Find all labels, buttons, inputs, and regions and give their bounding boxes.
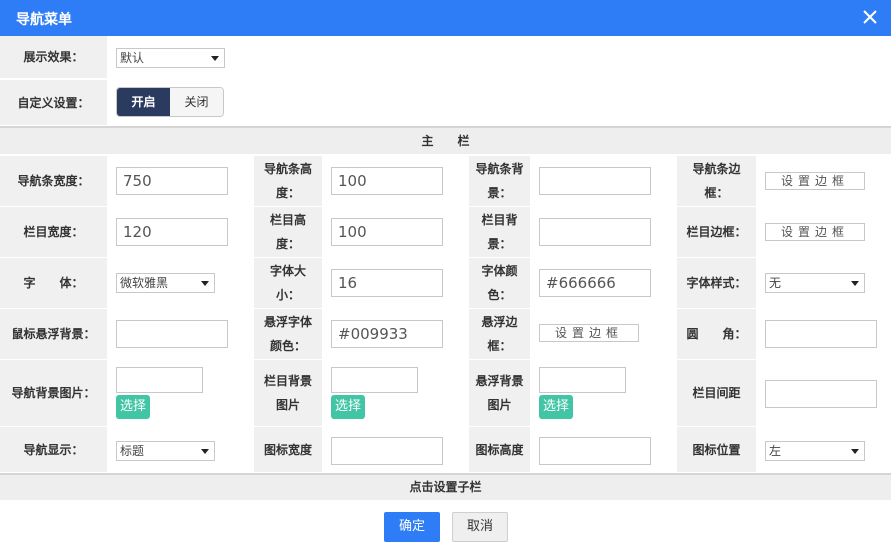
col-bg-label: 栏目背 景：: [469, 207, 530, 257]
icon-width-input[interactable]: [331, 437, 443, 465]
icon-position-select-value: 左: [769, 444, 782, 458]
nav-border-label: 导航条边 框：: [677, 156, 756, 206]
custom-settings-toggle[interactable]: 开启 关闭: [116, 87, 224, 117]
cancel-button[interactable]: 取消: [452, 512, 508, 542]
nav-height-label: 导航条高 度：: [254, 156, 322, 206]
chevron-down-icon: [201, 449, 209, 454]
hover-font-color-label: 悬浮字体 颜色：: [254, 309, 322, 359]
chevron-down-icon: [851, 281, 859, 286]
hover-bg-input[interactable]: [116, 320, 228, 348]
font-color-label-line2: 色：: [487, 288, 512, 302]
col-bg-label-line1: 栏目背: [481, 213, 518, 227]
hover-font-color-input[interactable]: #009933: [331, 320, 443, 348]
main-section-header: 主 栏: [0, 126, 891, 154]
hover-border-label: 悬浮边 框：: [469, 309, 530, 359]
col-bg-image-choose-button[interactable]: 选择: [331, 395, 365, 419]
nav-display-select-value: 标题: [120, 444, 145, 458]
custom-settings-label: 自定义设置：: [0, 80, 107, 125]
col-height-label-line2: 度：: [275, 237, 300, 251]
chevron-down-icon: [851, 449, 859, 454]
radius-label: 圆 角：: [677, 309, 756, 359]
nav-display-label: 导航显示：: [0, 427, 107, 472]
nav-bg-image-label: 导航背景图片：: [0, 360, 107, 426]
col-bg-image-label: 栏目背景 图片: [254, 360, 322, 426]
font-style-select-value: 无: [769, 276, 782, 290]
dialog-titlebar: 导航菜单: [0, 0, 891, 36]
nav-bg-label-line1: 导航条背: [475, 162, 524, 176]
close-icon[interactable]: [859, 6, 881, 28]
col-spacing-label: 栏目间距: [677, 360, 756, 426]
font-style-label: 字体样式：: [677, 258, 756, 308]
nav-border-label-line1: 导航条边: [692, 162, 741, 176]
col-bg-image-label-line1: 栏目背景: [263, 374, 312, 388]
icon-position-select[interactable]: 左: [765, 441, 865, 461]
nav-height-label-line1: 导航条高: [263, 162, 312, 176]
hover-border-label-line2: 框：: [487, 339, 512, 353]
col-height-label-line1: 栏目高: [269, 213, 306, 227]
nav-bg-input[interactable]: [539, 167, 651, 195]
hover-bg-label: 鼠标悬浮背景：: [0, 309, 107, 359]
font-style-select[interactable]: 无: [765, 273, 865, 293]
hover-font-color-label-line1: 悬浮字体: [263, 315, 312, 329]
col-width-input[interactable]: 120: [116, 218, 228, 246]
chevron-down-icon: [201, 281, 209, 286]
col-bg-image-input[interactable]: [331, 367, 418, 393]
dialog-title: 导航菜单: [16, 12, 72, 28]
display-effect-select[interactable]: 默认: [116, 48, 225, 68]
col-width-label: 栏目宽度：: [0, 207, 107, 257]
hover-bg-image-choose-button[interactable]: 选择: [539, 395, 573, 419]
toggle-on-button[interactable]: 开启: [117, 88, 170, 116]
toggle-off-button[interactable]: 关闭: [170, 88, 223, 116]
nav-border-button[interactable]: 设置边框: [765, 172, 865, 190]
font-size-input[interactable]: 16: [331, 269, 443, 297]
confirm-button[interactable]: 确定: [384, 512, 440, 542]
icon-height-input[interactable]: [539, 437, 651, 465]
col-height-input[interactable]: 100: [331, 218, 443, 246]
hover-bg-image-input[interactable]: [539, 367, 626, 393]
col-bg-image-label-line2: 图片: [275, 398, 300, 412]
nav-bg-image-input[interactable]: [116, 367, 203, 393]
display-effect-select-value: 默认: [120, 51, 145, 65]
chevron-down-icon: [211, 56, 219, 61]
hover-bg-image-label: 悬浮背景 图片: [469, 360, 530, 426]
nav-border-label-line2: 框：: [704, 186, 729, 200]
nav-display-select[interactable]: 标题: [116, 441, 215, 461]
col-border-button[interactable]: 设置边框: [765, 223, 865, 241]
hover-border-button[interactable]: 设置边框: [539, 324, 639, 342]
nav-width-input[interactable]: 750: [116, 167, 228, 195]
nav-bg-image-choose-button[interactable]: 选择: [116, 395, 150, 419]
col-spacing-input[interactable]: [765, 380, 877, 408]
hover-bg-image-label-line1: 悬浮背景: [475, 374, 524, 388]
nav-height-input[interactable]: 100: [331, 167, 443, 195]
icon-height-label: 图标高度: [469, 427, 530, 472]
nav-bg-label-line2: 景：: [487, 186, 512, 200]
nav-height-label-line2: 度：: [275, 186, 300, 200]
font-size-label-line2: 小：: [275, 288, 300, 302]
icon-position-label: 图标位置: [677, 427, 756, 472]
col-bg-input[interactable]: [539, 218, 651, 246]
display-effect-label: 展示效果：: [0, 36, 107, 78]
nav-width-label: 导航条宽度：: [0, 156, 107, 206]
hover-border-label-line1: 悬浮边: [481, 315, 518, 329]
font-size-label: 字体大 小：: [254, 258, 322, 308]
font-family-label: 字 体：: [0, 258, 107, 308]
font-color-input[interactable]: #666666: [539, 269, 651, 297]
hover-font-color-label-line2: 颜色：: [269, 339, 306, 353]
hover-bg-image-label-line2: 图片: [487, 398, 512, 412]
col-height-label: 栏目高 度：: [254, 207, 322, 257]
nav-bg-label: 导航条背 景：: [469, 156, 530, 206]
sub-section-header[interactable]: 点击设置子栏: [0, 473, 891, 500]
font-size-label-line1: 字体大: [269, 264, 306, 278]
font-color-label-line1: 字体颜: [481, 264, 518, 278]
font-family-select[interactable]: 微软雅黑: [116, 273, 215, 293]
icon-width-label: 图标宽度: [254, 427, 322, 472]
font-family-select-value: 微软雅黑: [120, 276, 169, 290]
col-bg-label-line2: 景：: [487, 237, 512, 251]
radius-input[interactable]: [765, 320, 877, 348]
col-border-label: 栏目边框：: [677, 207, 756, 257]
font-color-label: 字体颜 色：: [469, 258, 530, 308]
